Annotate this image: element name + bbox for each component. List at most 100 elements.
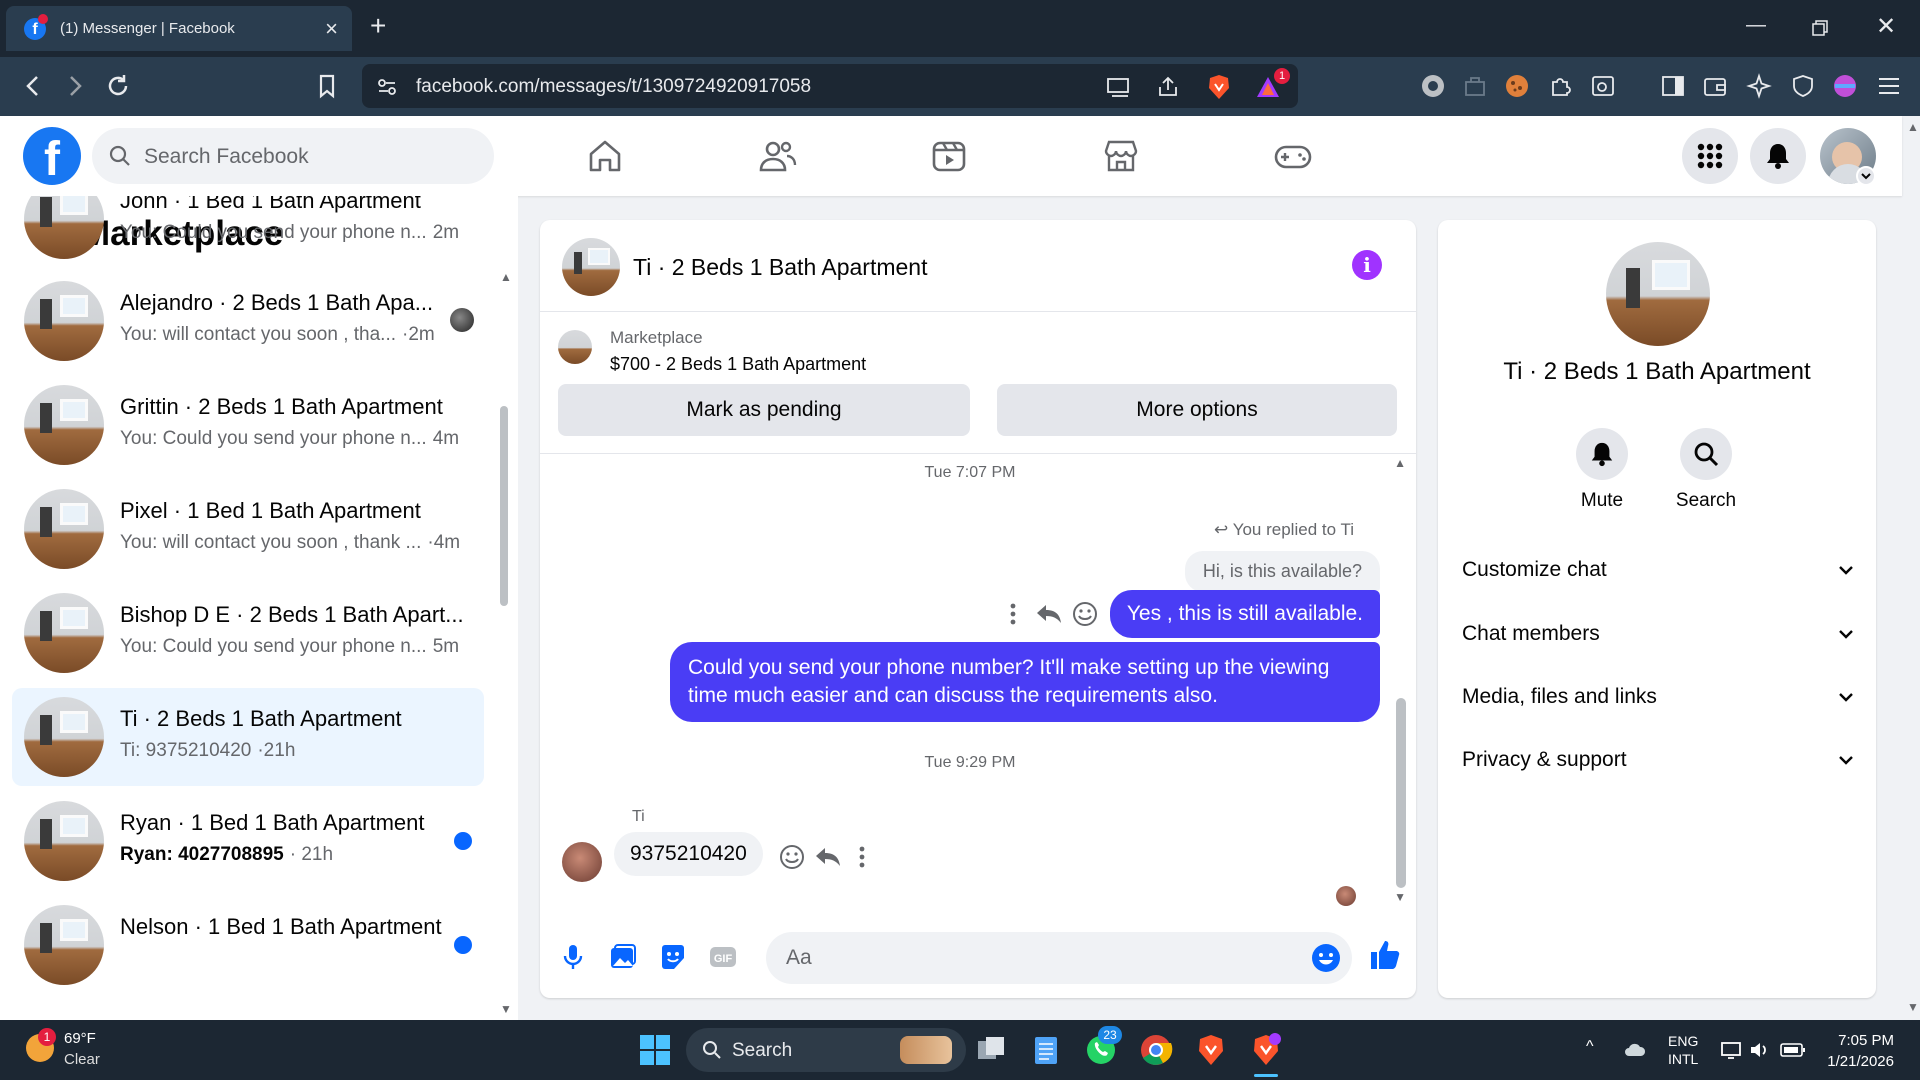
facebook-search-box[interactable]: Search Facebook bbox=[92, 128, 494, 184]
brave-active-icon[interactable] bbox=[1249, 1033, 1283, 1067]
conversation-item[interactable]: Ti · 2 Beds 1 Bath Apartment Ti: 93752104… bbox=[12, 688, 484, 786]
home-icon[interactable] bbox=[585, 136, 625, 176]
page-scroll-down-icon[interactable]: ▼ bbox=[1907, 1000, 1919, 1014]
page-scrollbar[interactable]: ▲ ▼ bbox=[1906, 116, 1920, 1020]
taskbar-clock[interactable]: 7:05 PM 1/21/2026 bbox=[1814, 1030, 1894, 1072]
scroll-down-icon[interactable]: ▼ bbox=[500, 1002, 512, 1016]
marketplace-icon[interactable] bbox=[1101, 136, 1141, 176]
brave-shields-icon[interactable] bbox=[1206, 73, 1232, 101]
tab-close-icon[interactable]: × bbox=[325, 16, 338, 42]
menu-grid-button[interactable] bbox=[1682, 128, 1738, 184]
conversation-item[interactable]: John · 1 Bed 1 Bath Apartment You: Could … bbox=[12, 196, 484, 268]
menu-icon[interactable] bbox=[1876, 73, 1902, 99]
chat-title[interactable]: Ti · 2 Beds 1 Bath Apartment bbox=[633, 254, 927, 281]
taskbar-search[interactable]: Search bbox=[686, 1028, 966, 1072]
task-view-icon[interactable] bbox=[974, 1033, 1008, 1067]
volume-icon[interactable] bbox=[1748, 1040, 1770, 1060]
conversation-item[interactable]: Alejandro · 2 Beds 1 Bath Apa... You: wil… bbox=[12, 272, 484, 370]
sticker-icon[interactable] bbox=[658, 942, 688, 972]
reply-icon[interactable] bbox=[813, 842, 843, 872]
extension-puzzle-dim-icon[interactable] bbox=[1462, 73, 1488, 99]
leo-ai-icon[interactable] bbox=[1746, 73, 1772, 99]
listing-thumbnail[interactable] bbox=[558, 330, 592, 364]
chat-scrollbar[interactable] bbox=[1396, 698, 1406, 888]
language-indicator[interactable]: ENG INTL bbox=[1668, 1032, 1698, 1068]
new-tab-icon[interactable]: + bbox=[370, 10, 386, 42]
sent-message[interactable]: Could you send your phone number? It'll … bbox=[670, 642, 1380, 722]
photo-icon[interactable] bbox=[608, 942, 638, 972]
weather-condition[interactable]: Clear bbox=[64, 1051, 100, 1068]
close-window-icon[interactable]: ✕ bbox=[1876, 12, 1896, 41]
restore-icon[interactable] bbox=[1812, 20, 1828, 36]
record-icon[interactable] bbox=[1420, 73, 1446, 99]
message-input-box[interactable] bbox=[766, 932, 1352, 984]
minimize-icon[interactable]: — bbox=[1746, 14, 1766, 37]
more-actions-icon[interactable] bbox=[847, 842, 877, 872]
cookie-icon[interactable] bbox=[1504, 73, 1530, 99]
info-icon[interactable]: i bbox=[1352, 250, 1382, 280]
bookmark-icon[interactable] bbox=[312, 71, 342, 101]
conversation-item[interactable]: Pixel · 1 Bed 1 Bath Apartment You: will … bbox=[12, 480, 484, 578]
address-bar[interactable]: facebook.com/messages/t/1309724920917058… bbox=[362, 64, 1298, 108]
url-text[interactable]: facebook.com/messages/t/1309724920917058 bbox=[416, 76, 811, 98]
listing-title[interactable]: $700 - 2 Beds 1 Bath Apartment bbox=[610, 354, 866, 375]
site-settings-icon[interactable] bbox=[376, 76, 398, 98]
gif-icon[interactable]: GIF bbox=[708, 942, 738, 972]
react-icon[interactable] bbox=[777, 842, 807, 872]
emoji-icon[interactable] bbox=[1310, 942, 1342, 974]
battery-icon[interactable] bbox=[1780, 1042, 1806, 1058]
conversation-item[interactable]: Ryan · 1 Bed 1 Bath Apartment Ryan: 40277… bbox=[12, 792, 484, 890]
details-avatar[interactable] bbox=[1606, 242, 1710, 346]
quoted-message[interactable]: Hi, is this available? bbox=[1184, 551, 1380, 592]
message-input[interactable] bbox=[784, 932, 1284, 984]
more-actions-icon[interactable] bbox=[998, 599, 1028, 629]
customize-chat-row[interactable]: Customize chat bbox=[1462, 546, 1856, 594]
conversation-item[interactable]: Bishop D E · 2 Beds 1 Bath Apart... You: … bbox=[12, 584, 484, 682]
reload-icon[interactable] bbox=[103, 71, 133, 101]
sent-message[interactable]: Yes , this is still available. bbox=[1109, 590, 1380, 638]
page-search-icon[interactable] bbox=[1590, 73, 1616, 99]
react-icon[interactable] bbox=[1070, 599, 1100, 629]
reply-icon[interactable] bbox=[1034, 599, 1064, 629]
video-icon[interactable] bbox=[929, 136, 969, 176]
mark-pending-button[interactable]: Mark as pending bbox=[558, 384, 970, 436]
forward-icon[interactable] bbox=[60, 71, 90, 101]
privacy-support-row[interactable]: Privacy & support bbox=[1462, 736, 1856, 784]
notepad-icon[interactable] bbox=[1029, 1033, 1063, 1067]
facebook-logo-icon[interactable]: f bbox=[23, 127, 81, 186]
mute-button[interactable]: Mute bbox=[1552, 428, 1652, 512]
microphone-icon[interactable] bbox=[558, 942, 588, 972]
chat-members-row[interactable]: Chat members bbox=[1462, 610, 1856, 658]
tray-chevron-icon[interactable]: ^ bbox=[1586, 1038, 1594, 1056]
back-icon[interactable] bbox=[18, 71, 48, 101]
search-in-chat-button[interactable]: Search bbox=[1656, 428, 1756, 512]
more-options-button[interactable]: More options bbox=[997, 384, 1397, 436]
windows-start-icon[interactable] bbox=[638, 1033, 672, 1067]
chat-scroll-up-icon[interactable]: ▲ bbox=[1394, 456, 1406, 470]
sender-avatar[interactable] bbox=[562, 842, 602, 882]
cast-icon[interactable] bbox=[1106, 76, 1132, 98]
scroll-up-icon[interactable]: ▲ bbox=[500, 270, 512, 284]
chat-avatar[interactable] bbox=[562, 238, 620, 296]
vpn-shield-icon[interactable] bbox=[1790, 73, 1816, 99]
thumbs-up-icon[interactable] bbox=[1368, 938, 1402, 972]
onedrive-icon[interactable] bbox=[1624, 1040, 1646, 1060]
received-message[interactable]: 9375210420 bbox=[614, 832, 763, 876]
weather-temperature[interactable]: 69°F bbox=[64, 1030, 96, 1047]
conversation-item[interactable]: Nelson · 1 Bed 1 Bath Apartment bbox=[12, 896, 484, 994]
friends-icon[interactable] bbox=[757, 136, 797, 176]
network-icon[interactable] bbox=[1720, 1040, 1742, 1060]
account-chevron-icon[interactable] bbox=[1856, 166, 1876, 186]
chat-scroll-down-icon[interactable]: ▼ bbox=[1394, 890, 1406, 904]
browser-tab[interactable]: f (1) Messenger | Facebook × bbox=[6, 6, 352, 51]
sidebar-icon[interactable] bbox=[1660, 73, 1686, 99]
gaming-icon[interactable] bbox=[1273, 136, 1313, 176]
brave-icon[interactable] bbox=[1194, 1033, 1228, 1067]
extensions-icon[interactable] bbox=[1548, 73, 1574, 99]
profile-icon[interactable] bbox=[1832, 73, 1858, 99]
sidebar-scrollbar[interactable] bbox=[500, 406, 508, 606]
share-icon[interactable] bbox=[1156, 75, 1180, 99]
media-files-links-row[interactable]: Media, files and links bbox=[1462, 673, 1856, 721]
wallet-icon[interactable] bbox=[1702, 73, 1728, 99]
page-scroll-up-icon[interactable]: ▲ bbox=[1907, 120, 1919, 134]
